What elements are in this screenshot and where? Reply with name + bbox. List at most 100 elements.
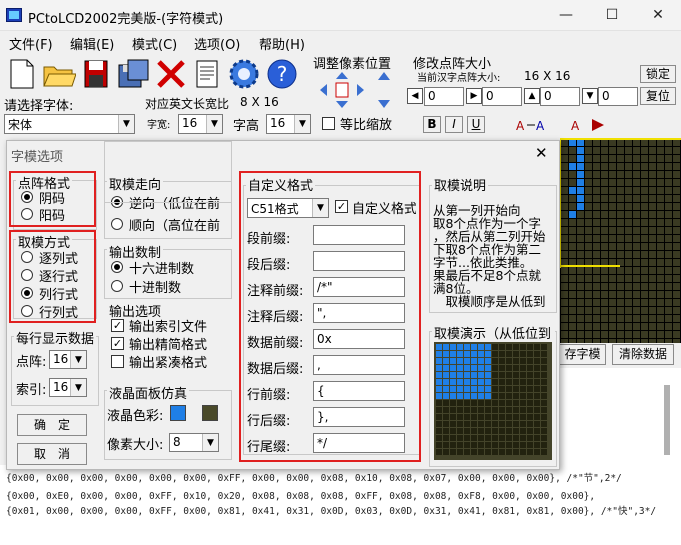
english-size-label: 对应英文长宽比: [145, 97, 230, 111]
width-value: 16: [182, 116, 198, 130]
scrollbar-thumb[interactable]: [664, 385, 670, 455]
chevron-down-icon: ▼: [206, 115, 222, 133]
proportional-label: 等比缩放: [340, 118, 393, 133]
dot-matrix-canvas[interactable]: [559, 138, 681, 346]
output-textarea[interactable]: {0x00, 0x00, 0x00, 0x00, 0x00, 0x00, 0xF…: [0, 465, 681, 545]
chk-compact[interactable]: [111, 355, 124, 368]
minimize-button[interactable]: —: [543, 0, 589, 31]
output-option: 输出精简格式: [129, 338, 208, 353]
highlight-box: [239, 171, 421, 462]
radio-dec[interactable]: [111, 280, 123, 292]
delete-x-icon[interactable]: [154, 57, 188, 91]
dialog-title: 字模选项: [11, 150, 64, 165]
spin-height-top[interactable]: 0: [540, 87, 580, 106]
height-combo[interactable]: 16 ▼: [266, 114, 311, 134]
lcd-sim-label: 液晶面板仿真: [107, 383, 190, 402]
pixel-size-combo[interactable]: 8 ▼: [169, 433, 219, 452]
save-font-button[interactable]: 存字模: [559, 344, 606, 365]
help-icon[interactable]: ?: [265, 57, 299, 91]
font-select-label: 请选择字体:: [4, 99, 74, 114]
english-size-value: 8 X 16: [240, 95, 279, 109]
spin-width-right[interactable]: 0: [482, 87, 522, 106]
dot-matrix-grid: [559, 138, 681, 346]
current-size-value: 16 X 16: [524, 69, 571, 83]
explain-label: 取模说明: [432, 175, 489, 194]
new-file-icon[interactable]: [5, 57, 39, 91]
current-size-label: 当前汉字点阵大小:: [417, 73, 501, 84]
menu-file[interactable]: 文件(F): [9, 34, 53, 53]
ok-button[interactable]: 确 定: [17, 414, 87, 436]
save-disk-icon[interactable]: [80, 57, 114, 91]
reset-button[interactable]: 复位: [640, 87, 676, 105]
font-options-dialog: 字模选项 ✕ 点阵格式 阴码 阳码 取模方式 逐列式 逐行式 列行式 行列式 每…: [6, 140, 560, 470]
explain-text: 从第一列开始向 取8个点作为一个字 ，然后从第二列开始 下取8个点作为第二 字节...依…: [433, 204, 546, 308]
menu-edit[interactable]: 编辑(E): [70, 34, 114, 53]
chk-index-file[interactable]: ✓: [111, 319, 124, 332]
output-line: {0x00, 0x00, 0x00, 0x00, 0x00, 0x00, 0xF…: [6, 473, 622, 484]
output-options-group: [104, 141, 232, 203]
close-icon[interactable]: ✕: [535, 144, 548, 162]
menu-mode[interactable]: 模式(C): [132, 34, 177, 53]
lcd-color-label: 液晶色彩:: [107, 409, 164, 424]
close-button[interactable]: ✕: [635, 0, 681, 31]
height-value: 16: [270, 116, 286, 130]
index-count-label: 索引:: [16, 383, 47, 398]
lcd-color-bg-swatch[interactable]: [202, 405, 218, 421]
number-option: 十进制数: [129, 281, 182, 296]
direction-option: 顺向（高位在前: [129, 219, 221, 234]
explain-line: 取模顺序是从低到: [433, 294, 546, 309]
demo-label: 取模演示（从低位到: [432, 323, 555, 342]
dot-count-label: 点阵:: [16, 355, 47, 370]
dot-count-combo[interactable]: 16 ▼: [49, 350, 87, 369]
demo-grid: [436, 344, 547, 455]
pixel-arrows: [318, 70, 402, 110]
bold-button[interactable]: B: [423, 116, 441, 133]
font-value: 宋体: [8, 118, 33, 132]
italic-button[interactable]: I: [445, 116, 463, 133]
radio-forward[interactable]: [111, 218, 123, 230]
index-count-combo[interactable]: 16 ▼: [49, 378, 87, 397]
chevron-down-icon: ▼: [70, 379, 86, 396]
chk-compact-simple[interactable]: ✓: [111, 337, 124, 350]
pixel-size-value: 8: [173, 435, 181, 449]
menu-options[interactable]: 选项(O): [194, 34, 240, 53]
lock-button[interactable]: 锁定: [640, 65, 676, 83]
dot-count-value: 16: [53, 352, 69, 366]
window-title: PCtoLCD2002完美版-(字符模式): [28, 12, 224, 27]
highlight-box: [9, 171, 96, 227]
font-combo[interactable]: 宋体 ▼: [4, 114, 135, 134]
document-icon[interactable]: [190, 57, 224, 91]
chevron-down-icon: ▼: [294, 115, 310, 133]
height-label: 字高: [233, 119, 260, 134]
open-folder-icon[interactable]: [42, 57, 77, 91]
spin-width-left[interactable]: 0: [424, 87, 464, 106]
rotate-icons[interactable]: A: [570, 115, 610, 135]
width-combo[interactable]: 16 ▼: [178, 114, 223, 134]
highlight-box: [9, 230, 96, 323]
underline-button[interactable]: U: [467, 116, 485, 133]
demo-preview: [434, 342, 552, 460]
per-line-label: 每行显示数据: [14, 328, 97, 347]
settings-gear-icon[interactable]: [227, 57, 261, 91]
app-icon: [6, 8, 22, 22]
number-option: 十六进制数: [129, 262, 195, 277]
spin-height-bottom[interactable]: 0: [598, 87, 638, 106]
shrink-width-icon[interactable]: ◀: [407, 88, 423, 104]
radio-hex[interactable]: [111, 261, 123, 273]
chevron-down-icon: ▼: [70, 351, 86, 368]
output-option: 输出索引文件: [129, 320, 208, 335]
pixel-size-label: 像素大小:: [107, 438, 164, 453]
menu-help[interactable]: 帮助(H): [259, 34, 305, 53]
flip-icons[interactable]: AA: [515, 115, 555, 135]
expand-right-icon[interactable]: ▶: [466, 88, 482, 104]
svg-text:A: A: [516, 119, 525, 133]
cancel-button[interactable]: 取 消: [17, 443, 87, 465]
expand-down-icon[interactable]: ▼: [582, 88, 598, 104]
proportional-checkbox[interactable]: [322, 117, 335, 130]
clear-data-button[interactable]: 清除数据: [612, 344, 674, 365]
save-as-icon[interactable]: [116, 57, 150, 91]
maximize-button[interactable]: ☐: [589, 0, 635, 31]
shrink-height-icon[interactable]: ▲: [524, 88, 540, 104]
lcd-color-fg-swatch[interactable]: [170, 405, 186, 421]
width-label: 字宽:: [147, 120, 171, 131]
